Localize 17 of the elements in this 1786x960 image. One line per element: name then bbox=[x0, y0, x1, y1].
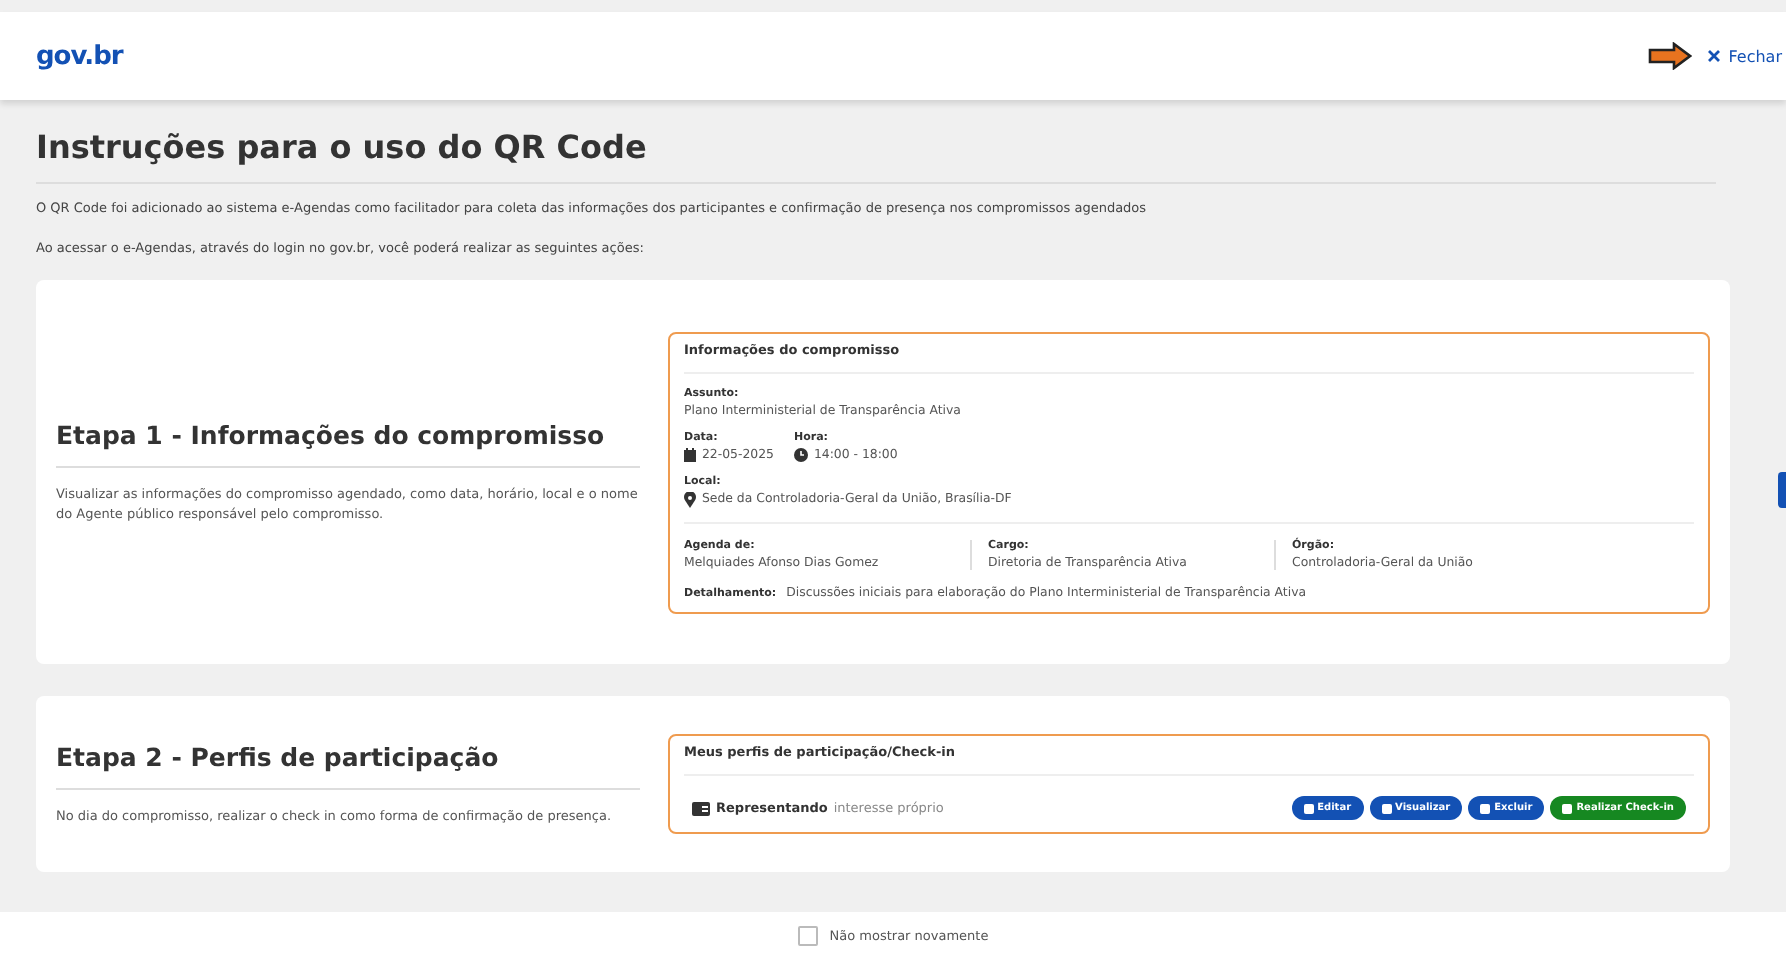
button-icon bbox=[1480, 803, 1491, 813]
arrow-icon bbox=[1648, 42, 1693, 70]
page-title: Instruções para o uso do QR Code bbox=[36, 128, 1716, 184]
location-pin-icon bbox=[684, 491, 696, 507]
button-icon bbox=[1562, 803, 1573, 813]
close-icon bbox=[1708, 50, 1721, 62]
step-heading: Etapa 2 - Perfis de participação bbox=[56, 741, 640, 790]
clock-icon bbox=[793, 447, 808, 461]
close-button[interactable]: Fechar bbox=[1708, 47, 1786, 65]
step-heading: Etapa 1 - Informações do compromisso bbox=[56, 419, 640, 468]
calendar-icon bbox=[684, 447, 696, 461]
id-card-icon bbox=[692, 801, 710, 815]
side-tab[interactable] bbox=[1778, 472, 1786, 508]
checkbox[interactable] bbox=[797, 926, 818, 946]
button-icon bbox=[1303, 803, 1314, 813]
logo: gov.br bbox=[36, 41, 123, 71]
button-icon bbox=[1381, 803, 1392, 813]
